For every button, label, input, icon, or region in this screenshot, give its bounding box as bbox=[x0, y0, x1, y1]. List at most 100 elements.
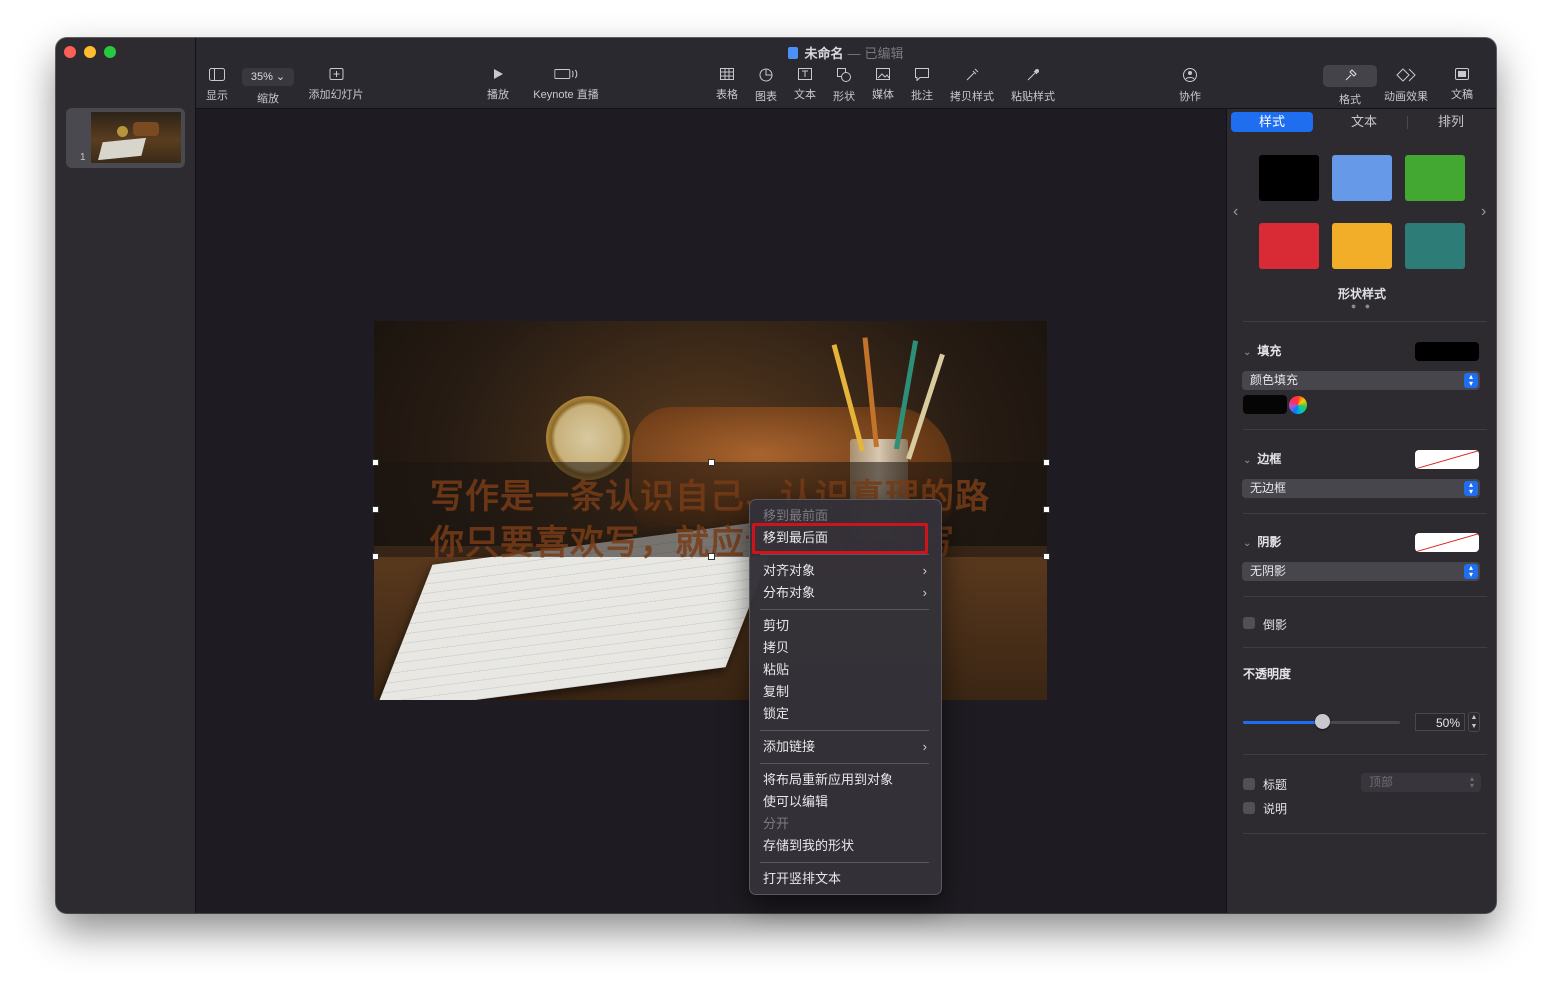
shadow-type-popup[interactable]: 无阴影 ▴ ▾ bbox=[1242, 562, 1480, 581]
menu-item-add-link[interactable]: 添加链接 › bbox=[763, 737, 931, 757]
shape-style-swatch-teal[interactable] bbox=[1405, 223, 1465, 269]
menu-item-reapply-layout[interactable]: 将布局重新应用到对象 bbox=[763, 770, 931, 790]
selection-handle[interactable] bbox=[1043, 553, 1050, 560]
tab-style[interactable]: 样式 bbox=[1231, 112, 1313, 132]
slide-1[interactable]: 写作是一条认识自己、认识真理的路 你只要喜欢写，就应该勇敢地去写 bbox=[374, 321, 1047, 700]
collaborate-label: 协作 bbox=[1179, 91, 1201, 103]
keynote-document-icon bbox=[788, 47, 799, 59]
table-icon bbox=[720, 68, 734, 80]
format-label: 格式 bbox=[1339, 94, 1361, 106]
text-button[interactable]: 文本 bbox=[794, 68, 816, 102]
menu-item-lock[interactable]: 锁定 bbox=[763, 704, 931, 724]
title-checkbox[interactable] bbox=[1243, 778, 1255, 790]
fill-type-popup[interactable]: 颜色填充 ▴ ▾ bbox=[1242, 371, 1480, 390]
selection-handle[interactable] bbox=[372, 506, 379, 513]
shape-button[interactable]: 形状 bbox=[833, 68, 855, 104]
document-icon bbox=[1455, 68, 1469, 80]
shadow-section-title[interactable]: ⌄ 阴影 bbox=[1243, 533, 1281, 550]
toolbar: 未命名 — 已编辑 显示 35% ⌄ 缩放 添加幻灯片 播放 Keynote 直播 … bbox=[196, 38, 1496, 109]
selection-handle[interactable] bbox=[372, 553, 379, 560]
table-button[interactable]: 表格 bbox=[716, 68, 738, 102]
paste-style-button[interactable]: 粘贴样式 bbox=[1011, 68, 1055, 104]
border-type-popup[interactable]: 无边框 ▴ ▾ bbox=[1242, 479, 1480, 498]
chevron-right-icon[interactable]: › bbox=[1481, 203, 1486, 221]
caption-checkbox[interactable] bbox=[1243, 802, 1255, 814]
chart-button[interactable]: 图表 bbox=[755, 68, 777, 104]
zoom-button[interactable]: 35% ⌄ 缩放 bbox=[242, 68, 294, 106]
shape-style-swatch-green[interactable] bbox=[1405, 155, 1465, 201]
border-section-title[interactable]: ⌄ 边框 bbox=[1243, 450, 1281, 467]
opacity-value-field[interactable]: 50% bbox=[1415, 713, 1465, 731]
animate-button[interactable]: 动画效果 bbox=[1384, 68, 1428, 104]
menu-item-copy[interactable]: 拷贝 bbox=[763, 638, 931, 658]
inspector-tabs: 样式 文本 排列 bbox=[1231, 112, 1493, 132]
menu-item-make-editable[interactable]: 使可以编辑 bbox=[763, 792, 931, 812]
document-button[interactable]: 文稿 bbox=[1451, 68, 1473, 102]
color-wheel-icon[interactable] bbox=[1289, 396, 1307, 414]
format-inspector: 样式 文本 排列 ‹ › 形状样式 ● ● ⌄ 填充 颜色填充 ▴ ▾ ⌄ 边框 无边框… bbox=[1226, 109, 1496, 913]
border-color-well[interactable] bbox=[1415, 450, 1479, 469]
opacity-stepper[interactable]: ▲ ▼ bbox=[1468, 712, 1480, 732]
fullscreen-window-button[interactable] bbox=[104, 46, 116, 58]
copy-style-button[interactable]: 拷贝样式 bbox=[950, 68, 994, 104]
comment-button[interactable]: 批注 bbox=[911, 68, 933, 103]
play-button[interactable]: 播放 bbox=[487, 68, 509, 102]
menu-item-label: 锁定 bbox=[763, 706, 790, 721]
selection-handle[interactable] bbox=[1043, 506, 1050, 513]
zoom-label: 缩放 bbox=[257, 93, 279, 105]
slide-thumbnail-1[interactable]: 1 bbox=[66, 108, 185, 168]
opacity-slider-knob[interactable] bbox=[1314, 714, 1330, 729]
format-button[interactable]: 格式 bbox=[1323, 65, 1377, 107]
opacity-title: 不透明度 bbox=[1243, 667, 1292, 681]
selection-handle[interactable] bbox=[708, 553, 715, 560]
chevron-right-icon: › bbox=[922, 739, 927, 754]
menu-item-distribute-objects[interactable]: 分布对象 › bbox=[763, 583, 931, 603]
comment-icon bbox=[915, 68, 929, 81]
chevron-left-icon[interactable]: ‹ bbox=[1233, 203, 1238, 221]
view-button[interactable]: 显示 bbox=[206, 68, 228, 103]
slide-number: 1 bbox=[80, 152, 86, 163]
tab-text[interactable]: 文本 bbox=[1321, 112, 1407, 132]
selection-handle[interactable] bbox=[708, 459, 715, 466]
zoom-popup[interactable]: 35% ⌄ bbox=[242, 68, 294, 86]
keynote-live-button[interactable]: Keynote 直播 bbox=[533, 68, 599, 102]
zoom-value: 35% bbox=[250, 71, 273, 83]
menu-item-label: 移到最前面 bbox=[763, 508, 829, 523]
shape-style-swatch-black[interactable] bbox=[1259, 155, 1319, 201]
menu-item-align-objects[interactable]: 对齐对象 › bbox=[763, 561, 931, 581]
slide-navigator: 1 bbox=[56, 38, 196, 913]
fill-section-title[interactable]: ⌄ 填充 bbox=[1243, 342, 1281, 359]
slide-canvas[interactable]: 写作是一条认识自己、认识真理的路 你只要喜欢写，就应该勇敢地去写 bbox=[196, 109, 1225, 913]
collaborate-icon bbox=[1183, 68, 1197, 82]
selection-handle[interactable] bbox=[372, 459, 379, 466]
animate-label: 动画效果 bbox=[1384, 91, 1428, 103]
shadow-color-well[interactable] bbox=[1415, 533, 1479, 552]
chevron-down-icon: ⌄ bbox=[1243, 347, 1252, 358]
minimize-window-button[interactable] bbox=[84, 46, 96, 58]
menu-item-duplicate[interactable]: 复制 bbox=[763, 682, 931, 702]
menu-item-vertical-text[interactable]: 打开竖排文本 bbox=[763, 869, 931, 889]
menu-item-cut[interactable]: 剪切 bbox=[763, 616, 931, 636]
shape-style-swatch-red[interactable] bbox=[1259, 223, 1319, 269]
menu-item-paste[interactable]: 粘贴 bbox=[763, 660, 931, 680]
reflection-label: 倒影 bbox=[1263, 618, 1288, 632]
media-button[interactable]: 媒体 bbox=[872, 68, 894, 102]
popup-stepper-icon: ▴ ▾ bbox=[1464, 481, 1478, 496]
menu-item-label: 使可以编辑 bbox=[763, 794, 829, 809]
shape-style-swatch-yellow[interactable] bbox=[1332, 223, 1392, 269]
add-slide-button[interactable]: 添加幻灯片 bbox=[309, 68, 364, 102]
close-window-button[interactable] bbox=[64, 46, 76, 58]
fill-color-swatch[interactable] bbox=[1243, 395, 1287, 414]
menu-item-save-to-my-shapes[interactable]: 存储到我的形状 bbox=[763, 836, 931, 856]
shape-style-swatch-blue[interactable] bbox=[1332, 155, 1392, 201]
menu-item-ungroup: 分开 bbox=[763, 814, 931, 834]
play-icon bbox=[494, 69, 503, 79]
collaborate-button[interactable]: 协作 bbox=[1179, 68, 1201, 104]
selection-handle[interactable] bbox=[1043, 459, 1050, 466]
menu-item-label: 存储到我的形状 bbox=[763, 838, 855, 853]
fill-color-well[interactable] bbox=[1415, 342, 1479, 361]
page-indicator-dots[interactable]: ● ● bbox=[1227, 301, 1496, 311]
reflection-checkbox[interactable] bbox=[1243, 617, 1255, 629]
paste-style-label: 粘贴样式 bbox=[1011, 91, 1055, 103]
tab-arrange[interactable]: 排列 bbox=[1409, 112, 1493, 132]
